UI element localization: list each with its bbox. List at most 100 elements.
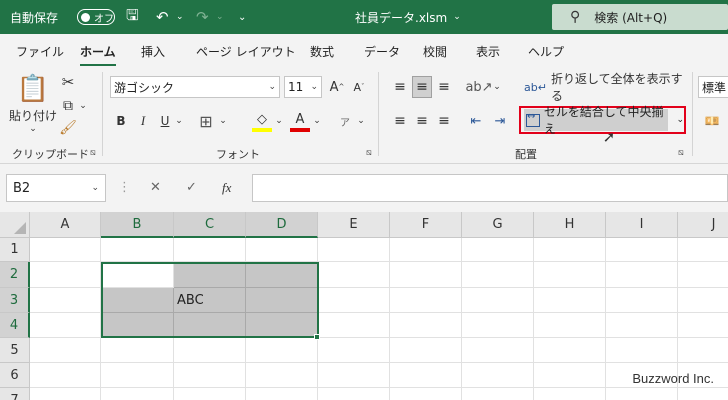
decrease-indent-icon[interactable]: ⇤ [466,110,486,132]
cell-h7[interactable] [534,388,606,400]
cell-i3[interactable] [606,288,678,313]
accounting-format-icon[interactable]: 💴 [700,110,724,132]
cancel-icon[interactable]: ✕ [150,180,161,195]
cell-b6[interactable] [101,363,174,388]
cut-icon[interactable]: ✂ [58,72,78,92]
cell-b2[interactable] [101,262,174,288]
cell-f2[interactable] [390,262,462,288]
cell-g4[interactable] [462,313,534,338]
align-left-icon[interactable]: ≡ [390,110,410,132]
fill-color-icon[interactable]: ◇ [252,110,272,132]
row-header-6[interactable]: 6 [0,363,30,388]
bold-button[interactable]: B [112,110,130,132]
copy-icon[interactable]: ⧉ [58,96,78,116]
cell-a6[interactable] [30,363,101,388]
cell-h2[interactable] [534,262,606,288]
cell-h4[interactable] [534,313,606,338]
file-name[interactable]: 社員データ.xlsm ⌄ [355,0,461,34]
tab-data[interactable]: データ [364,43,400,60]
decrease-font-size-icon[interactable]: Aˇ [350,76,368,98]
cell-c2[interactable] [174,262,246,288]
underline-dropdown-icon[interactable]: ⌄ [174,110,184,132]
tab-page-layout[interactable]: ページ レイアウト [196,43,296,60]
row-header-1[interactable]: 1 [0,238,30,262]
row-header-4[interactable]: 4 [0,313,30,338]
cell-a3[interactable] [30,288,101,313]
cell-d6[interactable] [246,363,318,388]
column-header-j[interactable]: J [678,212,728,238]
cell-f5[interactable] [390,338,462,363]
tab-view[interactable]: 表示 [476,43,500,60]
format-painter-icon[interactable]: 🖌 [58,118,78,138]
phonetic-dropdown-icon[interactable]: ⌄ [356,110,366,132]
font-color-dropdown-icon[interactable]: ⌄ [312,110,322,132]
fill-handle[interactable] [314,334,320,340]
row-header-7[interactable]: 7 [0,388,30,400]
enter-icon[interactable]: ✓ [186,180,197,195]
cell-a4[interactable] [30,313,101,338]
cell-j1[interactable] [678,238,728,262]
underline-button[interactable]: U [156,110,174,132]
name-box[interactable]: B2 ⌄ [6,174,106,202]
cell-j5[interactable] [678,338,728,363]
cell-b7[interactable] [101,388,174,400]
cell-h5[interactable] [534,338,606,363]
font-size-select[interactable]: 11 ⌄ [284,76,322,98]
copy-dropdown-icon[interactable]: ⌄ [78,98,88,114]
column-header-a[interactable]: A [30,212,101,238]
cell-g3[interactable] [462,288,534,313]
cell-c4[interactable] [174,313,246,338]
cell-i4[interactable] [606,313,678,338]
cell-h1[interactable] [534,238,606,262]
font-launcher-icon[interactable]: ⧅ [366,148,372,158]
cell-i1[interactable] [606,238,678,262]
cell-b1[interactable] [101,238,174,262]
merge-dropdown-icon[interactable]: ⌄ [676,115,684,125]
cell-f4[interactable] [390,313,462,338]
search-box[interactable]: ⚲ 検索 (Alt+Q) [552,4,728,30]
cell-d2[interactable] [246,262,318,288]
cell-g6[interactable] [462,363,534,388]
cell-a2[interactable] [30,262,101,288]
column-header-b[interactable]: B [101,212,174,238]
redo-dropdown-icon[interactable]: ⌄ [216,0,224,34]
cell-c7[interactable] [174,388,246,400]
number-format-select[interactable]: 標準 [698,76,728,98]
column-header-h[interactable]: H [534,212,606,238]
cell-i5[interactable] [606,338,678,363]
paste-icon[interactable]: 📋 [16,72,50,106]
cell-b4[interactable] [101,313,174,338]
cell-a5[interactable] [30,338,101,363]
paste-dropdown-icon[interactable]: ⌄ [28,124,38,134]
orientation-dropdown-icon[interactable]: ⌄ [492,76,502,98]
save-icon[interactable]: 🖫 [126,0,139,34]
cell-d7[interactable] [246,388,318,400]
wrap-text-button[interactable]: ab↵ 折り返して全体を表示する [524,72,694,103]
cell-c3[interactable]: ABC [174,288,246,313]
fill-color-dropdown-icon[interactable]: ⌄ [274,110,284,132]
tab-file[interactable]: ファイル [16,43,64,60]
cell-f6[interactable] [390,363,462,388]
cell-j2[interactable] [678,262,728,288]
undo-dropdown-icon[interactable]: ⌄ [176,0,184,34]
column-header-i[interactable]: I [606,212,678,238]
cell-e6[interactable] [318,363,390,388]
redo-icon[interactable]: ↷ [196,0,209,34]
cell-c6[interactable] [174,363,246,388]
increase-font-size-icon[interactable]: A ^ [328,76,346,98]
alignment-launcher-icon[interactable]: ⧅ [678,148,684,158]
bottom-align-icon[interactable]: ≡ [434,76,454,98]
tab-insert[interactable]: 挿入 [141,43,165,60]
cell-b5[interactable] [101,338,174,363]
undo-icon[interactable]: ↶ [156,0,169,34]
cell-g1[interactable] [462,238,534,262]
autosave-toggle[interactable]: オフ [77,9,115,25]
cell-j3[interactable] [678,288,728,313]
clipboard-launcher-icon[interactable]: ⧅ [90,148,96,158]
cell-e7[interactable] [318,388,390,400]
tab-home[interactable]: ホーム [80,43,116,67]
row-header-3[interactable]: 3 [0,288,30,313]
cell-i2[interactable] [606,262,678,288]
column-header-d[interactable]: D [246,212,318,238]
cell-f3[interactable] [390,288,462,313]
